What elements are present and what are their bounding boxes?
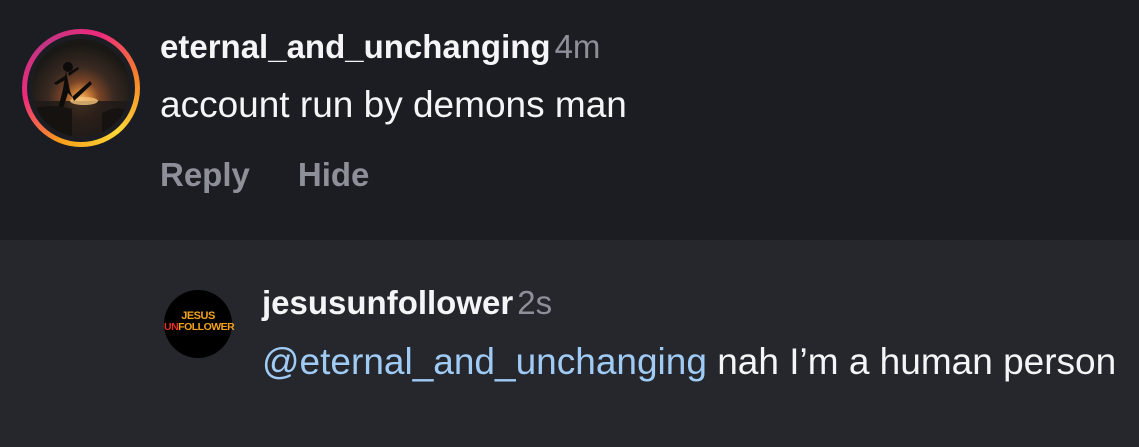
reply-username[interactable]: jesusunfollower 2s — [262, 284, 552, 322]
reply-avatar[interactable]: JESUS UNFOLLOWER — [164, 290, 235, 358]
comment-time: 4m — [554, 28, 601, 65]
reply-username-text[interactable]: jesusunfollower — [262, 284, 513, 321]
reply-button[interactable]: Reply — [160, 156, 250, 193]
story-ring[interactable] — [22, 29, 140, 147]
reply-time: 2s — [517, 284, 553, 321]
mention-link[interactable]: @eternal_and_unchanging — [262, 341, 707, 382]
story-ring-inner — [27, 34, 135, 142]
avatar-logo-follower: FOLLOWER — [178, 321, 235, 333]
silhouette-kick-icon — [32, 62, 130, 137]
hide-button[interactable]: Hide — [298, 156, 370, 193]
avatar[interactable] — [32, 39, 130, 137]
comment-text: account run by demons man — [160, 84, 627, 125]
comment-actions: Reply Hide — [160, 156, 369, 194]
avatar-logo-line2: UNFOLLOWER — [164, 321, 235, 333]
username-text[interactable]: eternal_and_unchanging — [160, 28, 551, 65]
reply-body: nah I’m a human person — [706, 341, 1117, 382]
avatar-logo-un: UN — [164, 321, 179, 333]
comment-username[interactable]: eternal_and_unchanging 4m — [160, 28, 600, 66]
reply-text: @eternal_and_unchanging nah I’m a human … — [262, 338, 1122, 386]
